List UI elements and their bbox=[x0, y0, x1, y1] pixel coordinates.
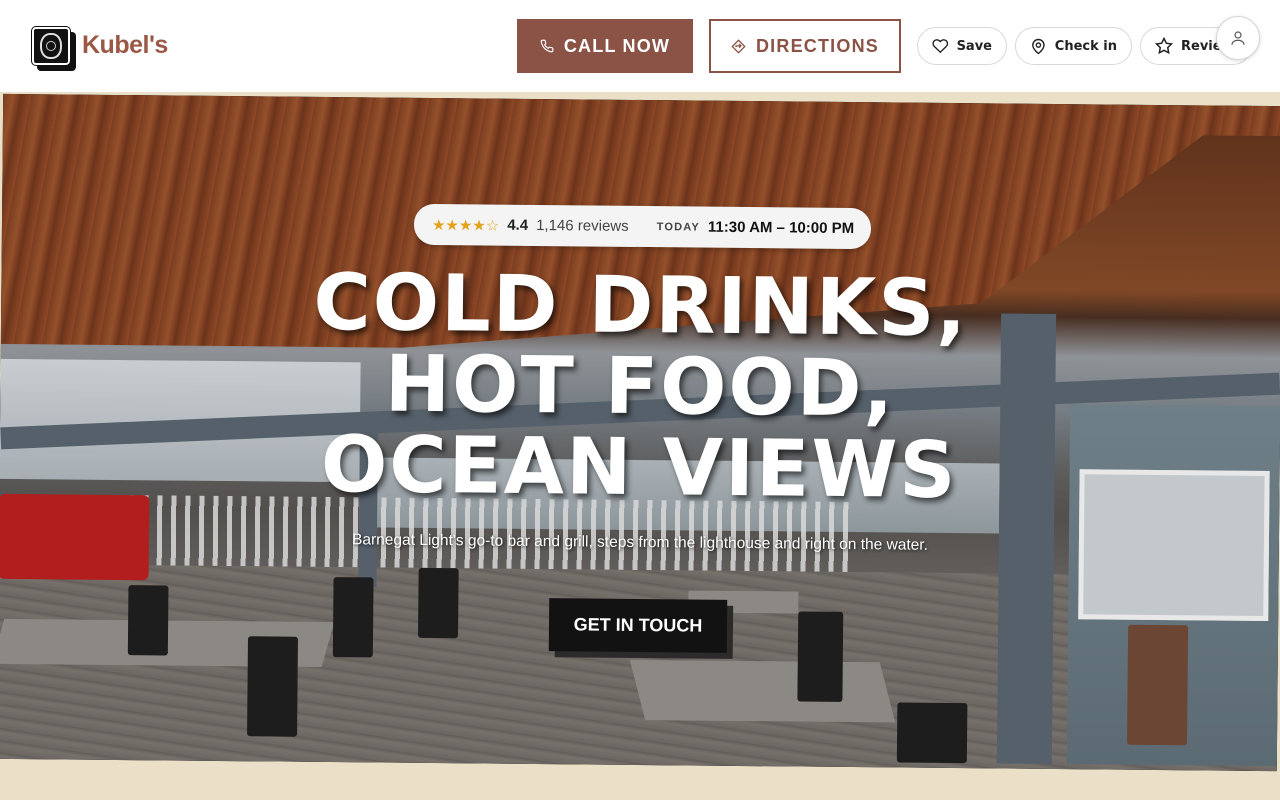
hero-headline: COLD DRINKS, HOT FOOD, OCEAN VIEWS bbox=[289, 257, 991, 517]
save-button[interactable]: Save bbox=[917, 27, 1007, 65]
call-now-button[interactable]: CALL NOW bbox=[517, 19, 693, 73]
review-count[interactable]: 1,146 reviews bbox=[536, 217, 629, 235]
heart-icon bbox=[932, 39, 949, 54]
check-in-button[interactable]: Check in bbox=[1015, 27, 1132, 65]
rating-bar[interactable]: ★★★★☆ 4.4 1,146 reviews TODAY 11:30 AM –… bbox=[413, 203, 872, 250]
today-label: TODAY bbox=[656, 220, 701, 234]
user-icon bbox=[1231, 31, 1245, 45]
logo-icon bbox=[31, 26, 71, 66]
rating-stars: ★★★★☆ bbox=[431, 216, 500, 235]
call-now-label: CALL NOW bbox=[563, 35, 671, 56]
brand-name[interactable]: Kubel's bbox=[82, 31, 168, 60]
headline-line-1: COLD DRINKS, bbox=[313, 257, 969, 355]
directions-label: DIRECTIONS bbox=[755, 35, 879, 56]
site-header: Kubel's CALL NOW DIRECTIONS Save Check i… bbox=[0, 0, 1280, 92]
check-in-label: Check in bbox=[1054, 38, 1117, 54]
star-icon bbox=[1155, 37, 1173, 55]
directions-icon bbox=[731, 38, 746, 54]
get-in-touch-button[interactable]: GET IN TOUCH bbox=[548, 598, 728, 653]
headline-line-3: OCEAN VIEWS bbox=[320, 419, 958, 517]
opening-hours: 11:30 AM – 10:00 PM bbox=[707, 218, 855, 238]
map-pin-icon bbox=[1032, 38, 1045, 54]
directions-button[interactable]: DIRECTIONS bbox=[709, 19, 901, 73]
phone-icon bbox=[540, 39, 554, 53]
headline-line-2: HOT FOOD, bbox=[384, 339, 896, 435]
save-label: Save bbox=[956, 38, 992, 54]
rating-value: 4.4 bbox=[507, 216, 529, 234]
logo[interactable] bbox=[31, 26, 76, 71]
account-button[interactable] bbox=[1216, 16, 1260, 60]
